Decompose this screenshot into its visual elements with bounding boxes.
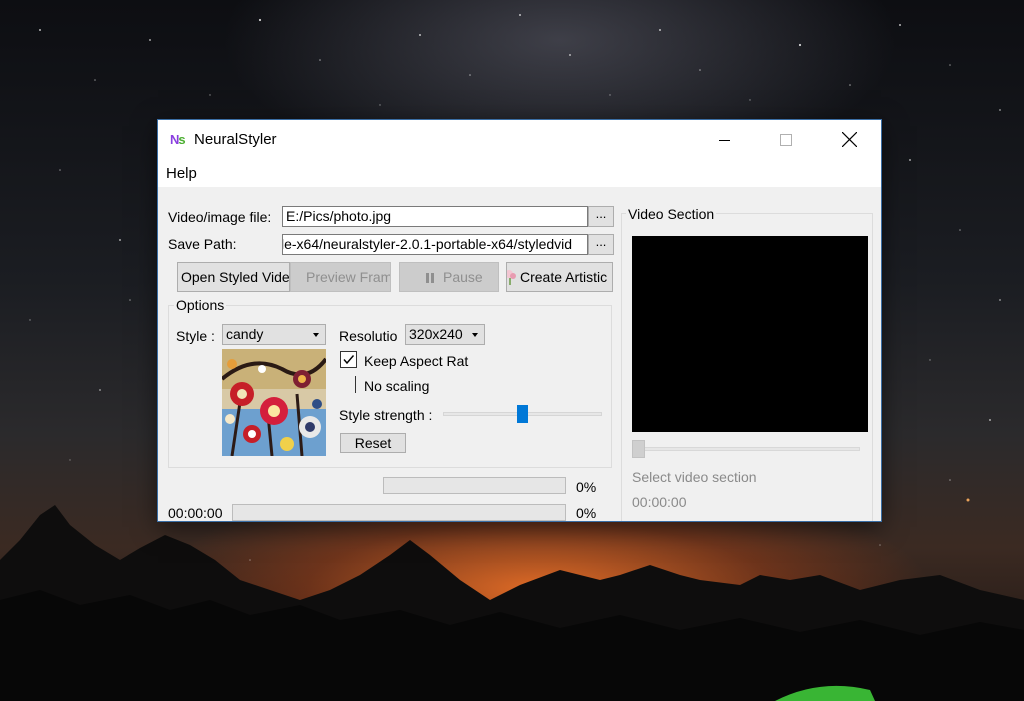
- save-path-input[interactable]: le-x64/neuralstyler-2.0.1-portable-x64/s…: [282, 234, 588, 255]
- style-label: Style :: [176, 328, 215, 344]
- create-artistic-label: Create Artistic: [520, 269, 608, 285]
- maximize-button[interactable]: [763, 120, 809, 160]
- open-styled-video-button[interactable]: Open Styled Vide: [177, 262, 290, 292]
- style-dropdown[interactable]: candy: [222, 324, 326, 345]
- close-button[interactable]: [826, 120, 872, 160]
- frame-progress-bar: [383, 477, 566, 494]
- style-preview-art: [222, 349, 326, 456]
- pause-label: Pause: [443, 269, 483, 285]
- style-strength-thumb[interactable]: [517, 405, 528, 423]
- minimize-button[interactable]: [703, 120, 749, 160]
- overall-progress-bar: [232, 504, 566, 521]
- video-file-browse-button[interactable]: ...: [588, 206, 614, 227]
- style-strength-label: Style strength :: [339, 407, 433, 423]
- keep-aspect-label: Keep Aspect Rat: [364, 353, 469, 369]
- keep-aspect-checkbox[interactable]: [340, 351, 357, 368]
- resolution-label: Resolutio: [339, 328, 398, 344]
- preview-frame-button[interactable]: Preview Fram: [290, 262, 391, 292]
- pause-icon: [426, 273, 435, 283]
- resolution-dropdown-value: 320x240: [409, 326, 463, 342]
- video-file-value: E:/Pics/photo.jpg: [286, 208, 392, 224]
- chevron-down-icon: [472, 333, 478, 337]
- create-artistic-button[interactable]: Create Artistic: [506, 262, 613, 292]
- save-path-label: Save Path:: [168, 236, 237, 252]
- style-dropdown-value: candy: [226, 326, 264, 342]
- elapsed-time: 00:00:00: [168, 505, 223, 521]
- video-section-time: 00:00:00: [632, 494, 687, 510]
- close-icon: [842, 132, 857, 147]
- save-path-value: le-x64/neuralstyler-2.0.1-portable-x64/s…: [282, 236, 573, 252]
- menu-help[interactable]: Help: [166, 165, 197, 182]
- save-path-browse-button[interactable]: ...: [588, 234, 614, 255]
- open-styled-video-label: Open Styled Vide: [181, 269, 290, 285]
- preview-frame-label: Preview Fram: [306, 269, 391, 285]
- overall-progress-percent: 0%: [576, 505, 597, 521]
- reset-button[interactable]: Reset: [340, 433, 406, 453]
- menu-bar: Help: [158, 160, 881, 187]
- video-section-title: Video Section: [626, 206, 717, 222]
- select-video-section-label: Select video section: [632, 469, 757, 485]
- chevron-down-icon: [313, 333, 319, 337]
- resolution-dropdown[interactable]: 320x240: [405, 324, 485, 345]
- flower-icon: [507, 270, 516, 285]
- options-group-title: Options: [174, 297, 227, 313]
- app-logo-icon: Ns: [170, 132, 186, 148]
- logo-letter-s: s: [178, 132, 185, 147]
- checkmark-icon: [343, 355, 355, 365]
- no-scaling-label: No scaling: [364, 378, 430, 394]
- neuralstyler-window[interactable]: Ns NeuralStyler Help Video/image file: E…: [158, 120, 881, 521]
- style-preview-image: [222, 349, 326, 456]
- video-file-label: Video/image file:: [168, 209, 272, 225]
- video-preview-screen: [632, 236, 868, 432]
- frame-progress-percent: 0%: [576, 479, 597, 495]
- window-title: NeuralStyler: [194, 131, 277, 148]
- video-file-input[interactable]: E:/Pics/photo.jpg: [282, 206, 588, 227]
- title-bar[interactable]: Ns NeuralStyler: [158, 120, 881, 160]
- video-section-track[interactable]: [638, 447, 860, 451]
- video-section-thumb[interactable]: [632, 440, 645, 458]
- pause-button[interactable]: Pause: [399, 262, 499, 292]
